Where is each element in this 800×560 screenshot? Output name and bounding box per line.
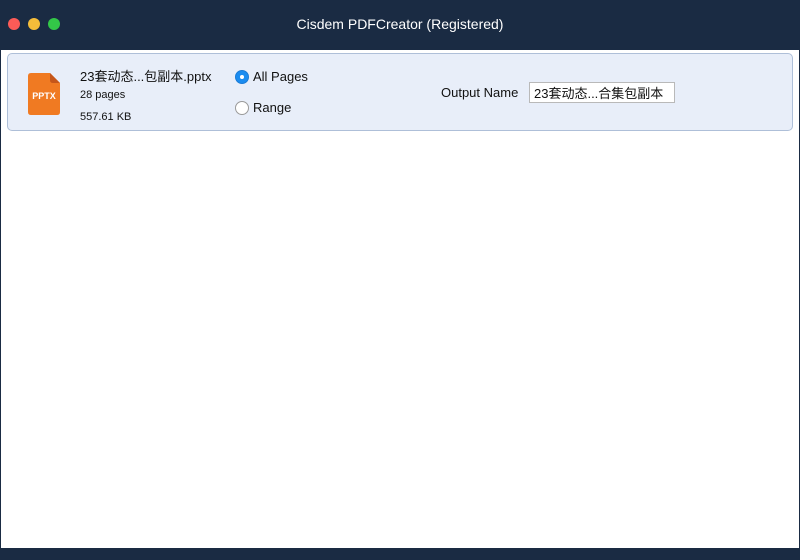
- title-bar: Cisdem PDFCreator (Registered): [0, 0, 800, 50]
- all-pages-radio[interactable]: [235, 69, 249, 84]
- range-option[interactable]: Range: [235, 100, 291, 115]
- range-radio[interactable]: [235, 100, 249, 115]
- app-window: Cisdem PDFCreator (Registered) PPTX 23套动…: [0, 0, 800, 560]
- pptx-file-icon: PPTX: [28, 73, 60, 115]
- range-label: Range: [253, 100, 292, 115]
- file-type-label: PPTX: [32, 91, 56, 101]
- output-name-field[interactable]: [529, 82, 675, 103]
- output-name-label: Output Name: [441, 85, 519, 100]
- window-title: Cisdem PDFCreator (Registered): [296, 16, 504, 32]
- bottom-bar: [0, 548, 800, 560]
- all-pages-option[interactable]: All Pages: [235, 69, 308, 84]
- file-size: 557.61 KB: [80, 111, 132, 123]
- file-row[interactable]: PPTX 23套动态...包副本.pptx 28 pages 557.61 KB…: [7, 53, 793, 131]
- file-list: PPTX 23套动态...包副本.pptx 28 pages 557.61 KB…: [1, 50, 799, 548]
- file-name: 23套动态...包副本.pptx: [80, 69, 212, 84]
- all-pages-label: All Pages: [253, 69, 308, 84]
- file-page-count: 28 pages: [80, 89, 126, 101]
